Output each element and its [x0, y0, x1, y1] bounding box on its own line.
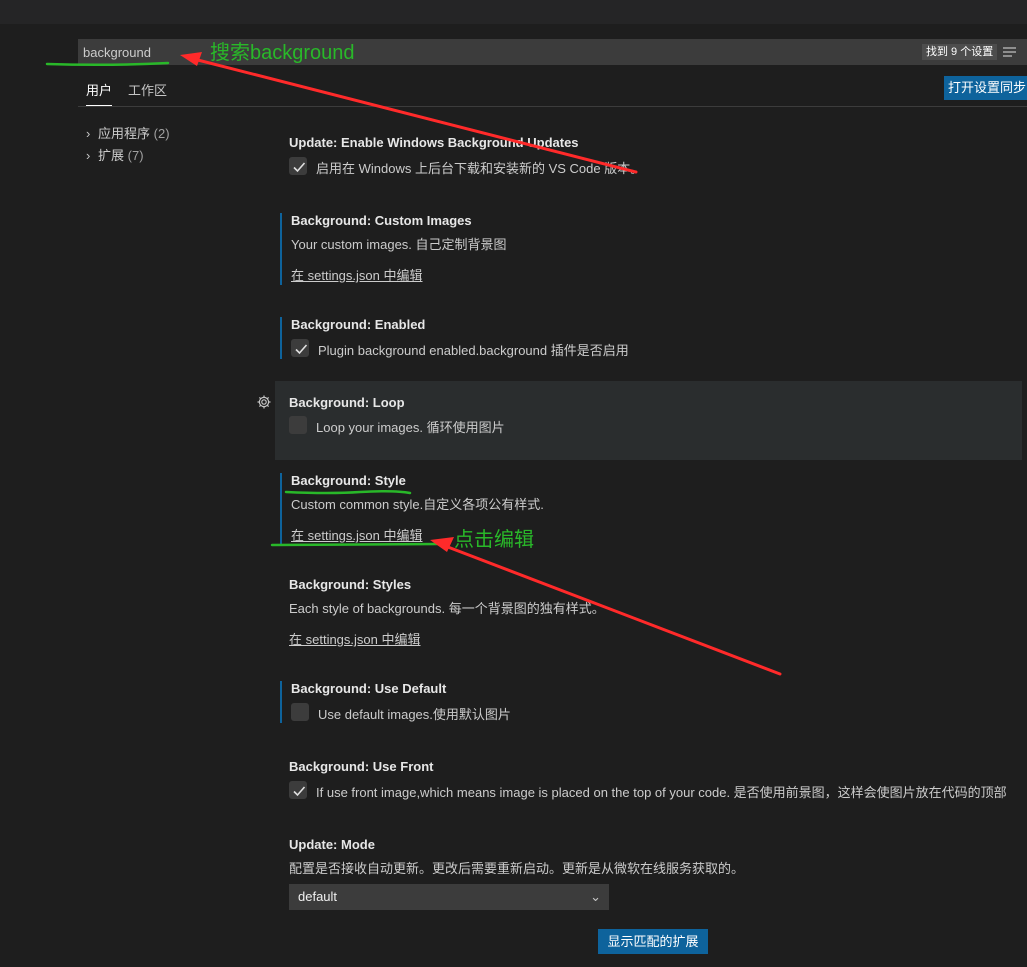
- tree-item-label: 扩展: [98, 148, 125, 163]
- setting-checkbox[interactable]: [289, 781, 307, 799]
- tab-workspace[interactable]: 工作区: [128, 78, 167, 106]
- setting-description: Loop your images. 循环使用图片: [316, 420, 505, 435]
- setting-title: Background: Custom Images: [291, 213, 472, 228]
- show-matching-extensions-button[interactable]: 显示匹配的扩展: [598, 929, 708, 954]
- setting-title: Background: Style: [291, 473, 406, 488]
- filter-lines-icon[interactable]: [1002, 45, 1018, 59]
- setting-description: Custom common style.自定义各项公有样式.: [291, 497, 544, 512]
- setting-title: Background: Use Front: [289, 759, 434, 774]
- edit-in-settings-json-link[interactable]: 在 settings.json 中编辑: [291, 525, 423, 544]
- open-settings-sync-button[interactable]: 打开设置同步: [944, 76, 1027, 100]
- setting-use-front: Background: Use Front If use front image…: [280, 759, 1027, 801]
- chevron-right-icon: ›: [86, 148, 91, 163]
- setting-enable-windows-background-updates: Update: Enable Windows Background Update…: [280, 135, 1027, 176]
- setting-title: Background: Use Default: [291, 681, 447, 696]
- tree-item-extensions[interactable]: › 扩展 (7): [86, 146, 144, 166]
- chevron-right-icon: ›: [86, 126, 91, 141]
- edit-in-settings-json-link[interactable]: 在 settings.json 中编辑: [289, 629, 421, 648]
- annotation-search-note: 搜索background: [210, 42, 355, 64]
- tree-item-count: (2): [153, 126, 170, 141]
- edit-in-settings-json-link[interactable]: 在 settings.json 中编辑: [291, 265, 423, 284]
- setting-description: 配置是否接收自动更新。更改后需要重新启动。更新是从微软在线服务获取的。: [289, 861, 745, 876]
- result-count-badge: 找到 9 个设置: [922, 44, 998, 60]
- tree-item-applications[interactable]: › 应用程序 (2): [86, 124, 170, 144]
- setting-styles: Background: Styles Each style of backgro…: [280, 577, 1027, 649]
- setting-use-default: Background: Use Default Use default imag…: [280, 681, 1027, 723]
- gear-icon[interactable]: [256, 394, 272, 410]
- setting-checkbox[interactable]: [291, 339, 309, 357]
- tree-item-label: 应用程序: [98, 126, 151, 141]
- setting-checkbox[interactable]: [289, 157, 307, 175]
- window-top-strip: [0, 0, 1027, 24]
- setting-title: Background: Loop: [289, 395, 405, 410]
- setting-enabled: Background: Enabled Plugin background en…: [280, 317, 1027, 359]
- setting-style: Background: Style Custom common style.自定…: [280, 473, 1027, 545]
- annotation-edit-note: 点击编辑: [454, 529, 534, 551]
- setting-description: Each style of backgrounds. 每一个背景图的独有样式。: [289, 601, 605, 616]
- setting-description: Use default images.使用默认图片: [318, 707, 511, 722]
- tree-item-count: (7): [127, 148, 144, 163]
- setting-description: If use front image,which means image is …: [316, 785, 1007, 800]
- select-value: default: [298, 889, 338, 904]
- setting-checkbox[interactable]: [291, 703, 309, 721]
- setting-title: Background: Enabled: [291, 317, 426, 332]
- update-mode-select[interactable]: default ⌄: [289, 884, 609, 910]
- setting-title: Background: Styles: [289, 577, 412, 592]
- setting-description: Plugin background enabled.background 插件是…: [318, 343, 629, 358]
- setting-description: 启用在 Windows 上后台下载和安装新的 VS Code 版本。: [316, 161, 644, 176]
- setting-checkbox[interactable]: [289, 416, 307, 434]
- tab-user[interactable]: 用户: [86, 78, 113, 106]
- setting-loop: Background: Loop Loop your images. 循环使用图…: [275, 381, 1022, 460]
- chevron-down-icon: ⌄: [590, 889, 601, 904]
- setting-title: Update: Enable Windows Background Update…: [289, 135, 579, 150]
- setting-description: Your custom images. 自己定制背景图: [291, 237, 507, 252]
- setting-update-mode: Update: Mode 配置是否接收自动更新。更改后需要重新启动。更新是从微软…: [280, 837, 1027, 877]
- setting-custom-images: Background: Custom Images Your custom im…: [280, 213, 1027, 285]
- setting-title: Update: Mode: [289, 837, 375, 852]
- tabs-divider: [78, 106, 1027, 107]
